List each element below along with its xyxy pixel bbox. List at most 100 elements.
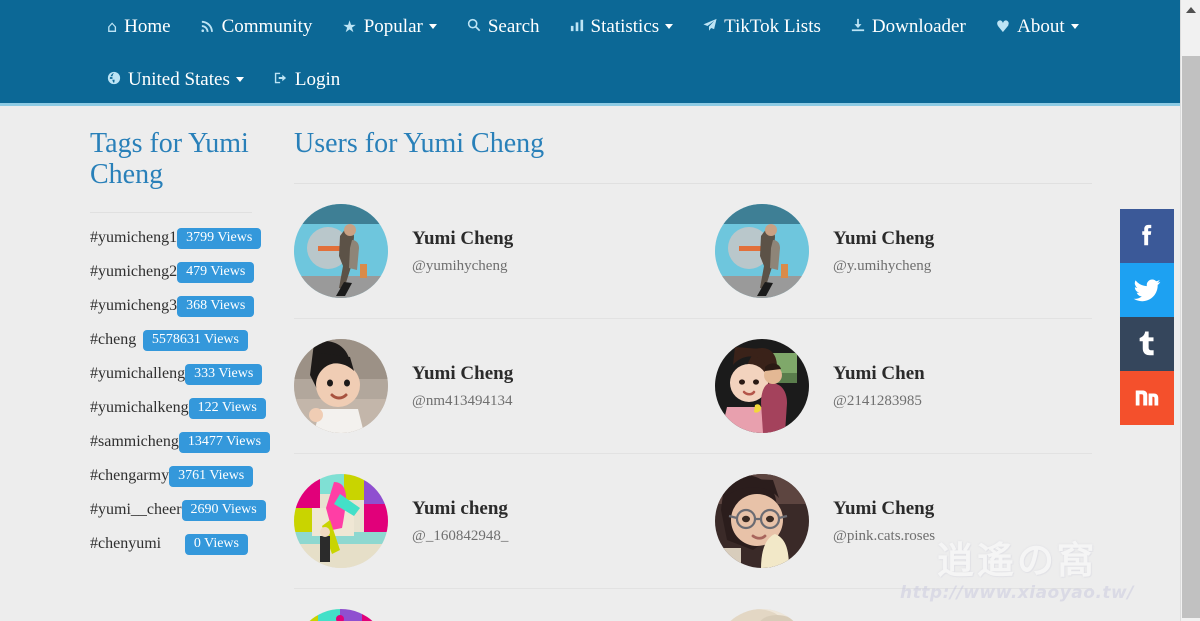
nav-item-tiktok-lists[interactable]: TikTok Lists xyxy=(688,0,836,53)
download-icon xyxy=(851,18,865,35)
globe-icon xyxy=(107,71,121,88)
user-name: Yumi Cheng xyxy=(412,362,514,384)
scrollbar-thumb[interactable] xyxy=(1182,56,1200,618)
user-card[interactable]: Yumi Cheng @yumihycheng xyxy=(294,184,693,319)
paper-plane-icon xyxy=(703,18,717,35)
nav-item-statistics[interactable]: Statistics xyxy=(555,0,689,53)
tag-views-badge[interactable]: 0 Views xyxy=(184,533,248,555)
nav-item-about[interactable]: ♥ About xyxy=(981,0,1094,53)
twitter-share-button[interactable] xyxy=(1120,263,1174,317)
page-root: ⌂ Home Community ★ Popular Search Statis… xyxy=(0,0,1180,621)
twitter-icon xyxy=(1133,279,1161,302)
tag-label[interactable]: #chengarmy xyxy=(90,467,169,485)
tag-views-badge[interactable]: 3761 Views xyxy=(169,465,254,487)
user-handle: @y.umihycheng xyxy=(833,258,932,275)
tag-views-badge[interactable]: 3799 Views xyxy=(177,227,262,249)
nav-item-home[interactable]: ⌂ Home xyxy=(92,0,186,53)
nav-item-login-label: Login xyxy=(294,68,341,90)
tag-views-badge[interactable]: 368 Views xyxy=(177,295,255,317)
avatar xyxy=(294,339,388,433)
tag-label[interactable]: #yumicheng2 xyxy=(90,263,177,281)
user-card[interactable] xyxy=(693,589,1092,621)
chevron-down-icon xyxy=(665,24,674,29)
tag-label[interactable]: #yumichalkeng xyxy=(90,399,189,417)
facebook-share-button[interactable] xyxy=(1120,209,1174,263)
facebook-icon xyxy=(1142,224,1152,246)
nav-item-community[interactable]: Community xyxy=(186,0,328,53)
home-icon: ⌂ xyxy=(107,16,118,36)
avatar xyxy=(294,204,388,298)
tag-views-badge[interactable]: 122 Views xyxy=(188,397,266,419)
user-meta: Yumi Cheng @pink.cats.roses xyxy=(809,497,935,546)
user-handle: @nm413494134 xyxy=(412,393,513,410)
tag-row[interactable]: #yumichalkeng 122 Views xyxy=(90,391,266,425)
user-handle: @yumihycheng xyxy=(412,258,508,275)
tag-label[interactable]: #yumichalleng xyxy=(90,365,185,383)
tumblr-share-button[interactable] xyxy=(1120,317,1174,371)
avatar xyxy=(715,474,809,568)
sign-in-icon xyxy=(274,71,288,88)
tag-views-badge[interactable]: 479 Views xyxy=(177,261,255,283)
tag-row[interactable]: #chenyumi 0 Views xyxy=(90,527,252,561)
bar-chart-icon xyxy=(570,18,584,35)
user-card[interactable]: Yumi Cheng @nm413494134 xyxy=(294,319,693,454)
nav-item-login[interactable]: Login xyxy=(259,53,355,106)
tag-label[interactable]: #yumicheng3 xyxy=(90,297,177,315)
user-meta: Yumi Chen @2141283985 xyxy=(809,362,925,411)
user-name: Yumi Cheng xyxy=(412,227,514,249)
tag-label[interactable]: #cheng xyxy=(90,331,136,349)
tag-row[interactable]: #yumicheng2 479 Views xyxy=(90,255,255,289)
tag-row[interactable]: #yumichalleng 333 Views xyxy=(90,357,263,391)
heart-icon: ♥ xyxy=(995,16,1011,36)
tag-label[interactable]: #sammicheng xyxy=(90,433,179,451)
tag-label[interactable]: #chenyumi xyxy=(90,535,161,553)
nav-item-about-label: About xyxy=(1017,15,1065,37)
page-scrollbar[interactable] xyxy=(1180,0,1200,621)
tag-row[interactable]: #cheng 5578631 Views xyxy=(90,323,252,357)
scrollbar-up-arrow[interactable] xyxy=(1181,0,1200,20)
nav-item-country-selector[interactable]: United States xyxy=(92,53,259,106)
tag-row[interactable]: #yumicheng3 368 Views xyxy=(90,289,255,323)
tags-panel-title: Tags for Yumi Cheng xyxy=(90,128,249,190)
user-card[interactable]: Yumi Cheng @y.umihycheng xyxy=(693,184,1092,319)
nav-item-popular-label: Popular xyxy=(363,15,423,37)
tag-views-badge[interactable]: 2690 Views xyxy=(181,499,266,521)
user-name: Yumi Cheng xyxy=(833,497,935,519)
tag-row[interactable]: #chengarmy 3761 Views xyxy=(90,459,254,493)
nav-item-downloader-label: Downloader xyxy=(871,15,966,37)
mix-share-button[interactable] xyxy=(1120,371,1174,425)
nav-item-home-label: Home xyxy=(124,15,171,37)
tag-row[interactable]: #yumi__cheer 2690 Views xyxy=(90,493,266,527)
tag-row[interactable]: #sammicheng 13477 Views xyxy=(90,425,271,459)
user-meta: Yumi Cheng @nm413494134 xyxy=(388,362,513,411)
user-meta: Yumi Cheng @yumihycheng xyxy=(388,227,513,276)
nav-item-search[interactable]: Search xyxy=(452,0,555,53)
chevron-up-icon xyxy=(1186,7,1196,13)
tag-label[interactable]: #yumi__cheer xyxy=(90,501,182,519)
main-navbar: ⌂ Home Community ★ Popular Search Statis… xyxy=(0,0,1180,106)
nav-item-downloader[interactable]: Downloader xyxy=(836,0,981,53)
user-name: Yumi Cheng xyxy=(833,227,935,249)
chevron-down-icon xyxy=(428,24,437,29)
user-card[interactable]: Yumi Chen @2141283985 xyxy=(693,319,1092,454)
star-icon: ★ xyxy=(342,16,357,36)
tag-views-badge[interactable]: 333 Views xyxy=(185,363,263,385)
user-card[interactable] xyxy=(294,589,693,621)
nav-item-statistics-label: Statistics xyxy=(590,15,660,37)
tag-views-badge[interactable]: 5578631 Views xyxy=(142,329,248,351)
tag-label[interactable]: #yumicheng1 xyxy=(90,229,177,247)
avatar xyxy=(715,339,809,433)
user-card[interactable]: Yumi cheng @_160842948_ xyxy=(294,454,693,589)
user-card[interactable]: Yumi Cheng @pink.cats.roses xyxy=(693,454,1092,589)
navbar-row-primary: ⌂ Home Community ★ Popular Search Statis… xyxy=(0,0,1180,53)
social-share-rail xyxy=(1120,209,1174,425)
tag-views-badge[interactable]: 13477 Views xyxy=(178,431,271,453)
avatar xyxy=(715,204,809,298)
tumblr-icon xyxy=(1139,331,1154,356)
nav-item-popular[interactable]: ★ Popular xyxy=(327,0,451,53)
avatar xyxy=(294,609,388,621)
mix-icon xyxy=(1135,390,1159,406)
tag-row[interactable]: #yumicheng1 3799 Views xyxy=(90,221,262,255)
tag-list: #yumicheng1 3799 Views #yumicheng2 479 V… xyxy=(90,221,271,561)
chevron-down-icon xyxy=(235,77,244,82)
